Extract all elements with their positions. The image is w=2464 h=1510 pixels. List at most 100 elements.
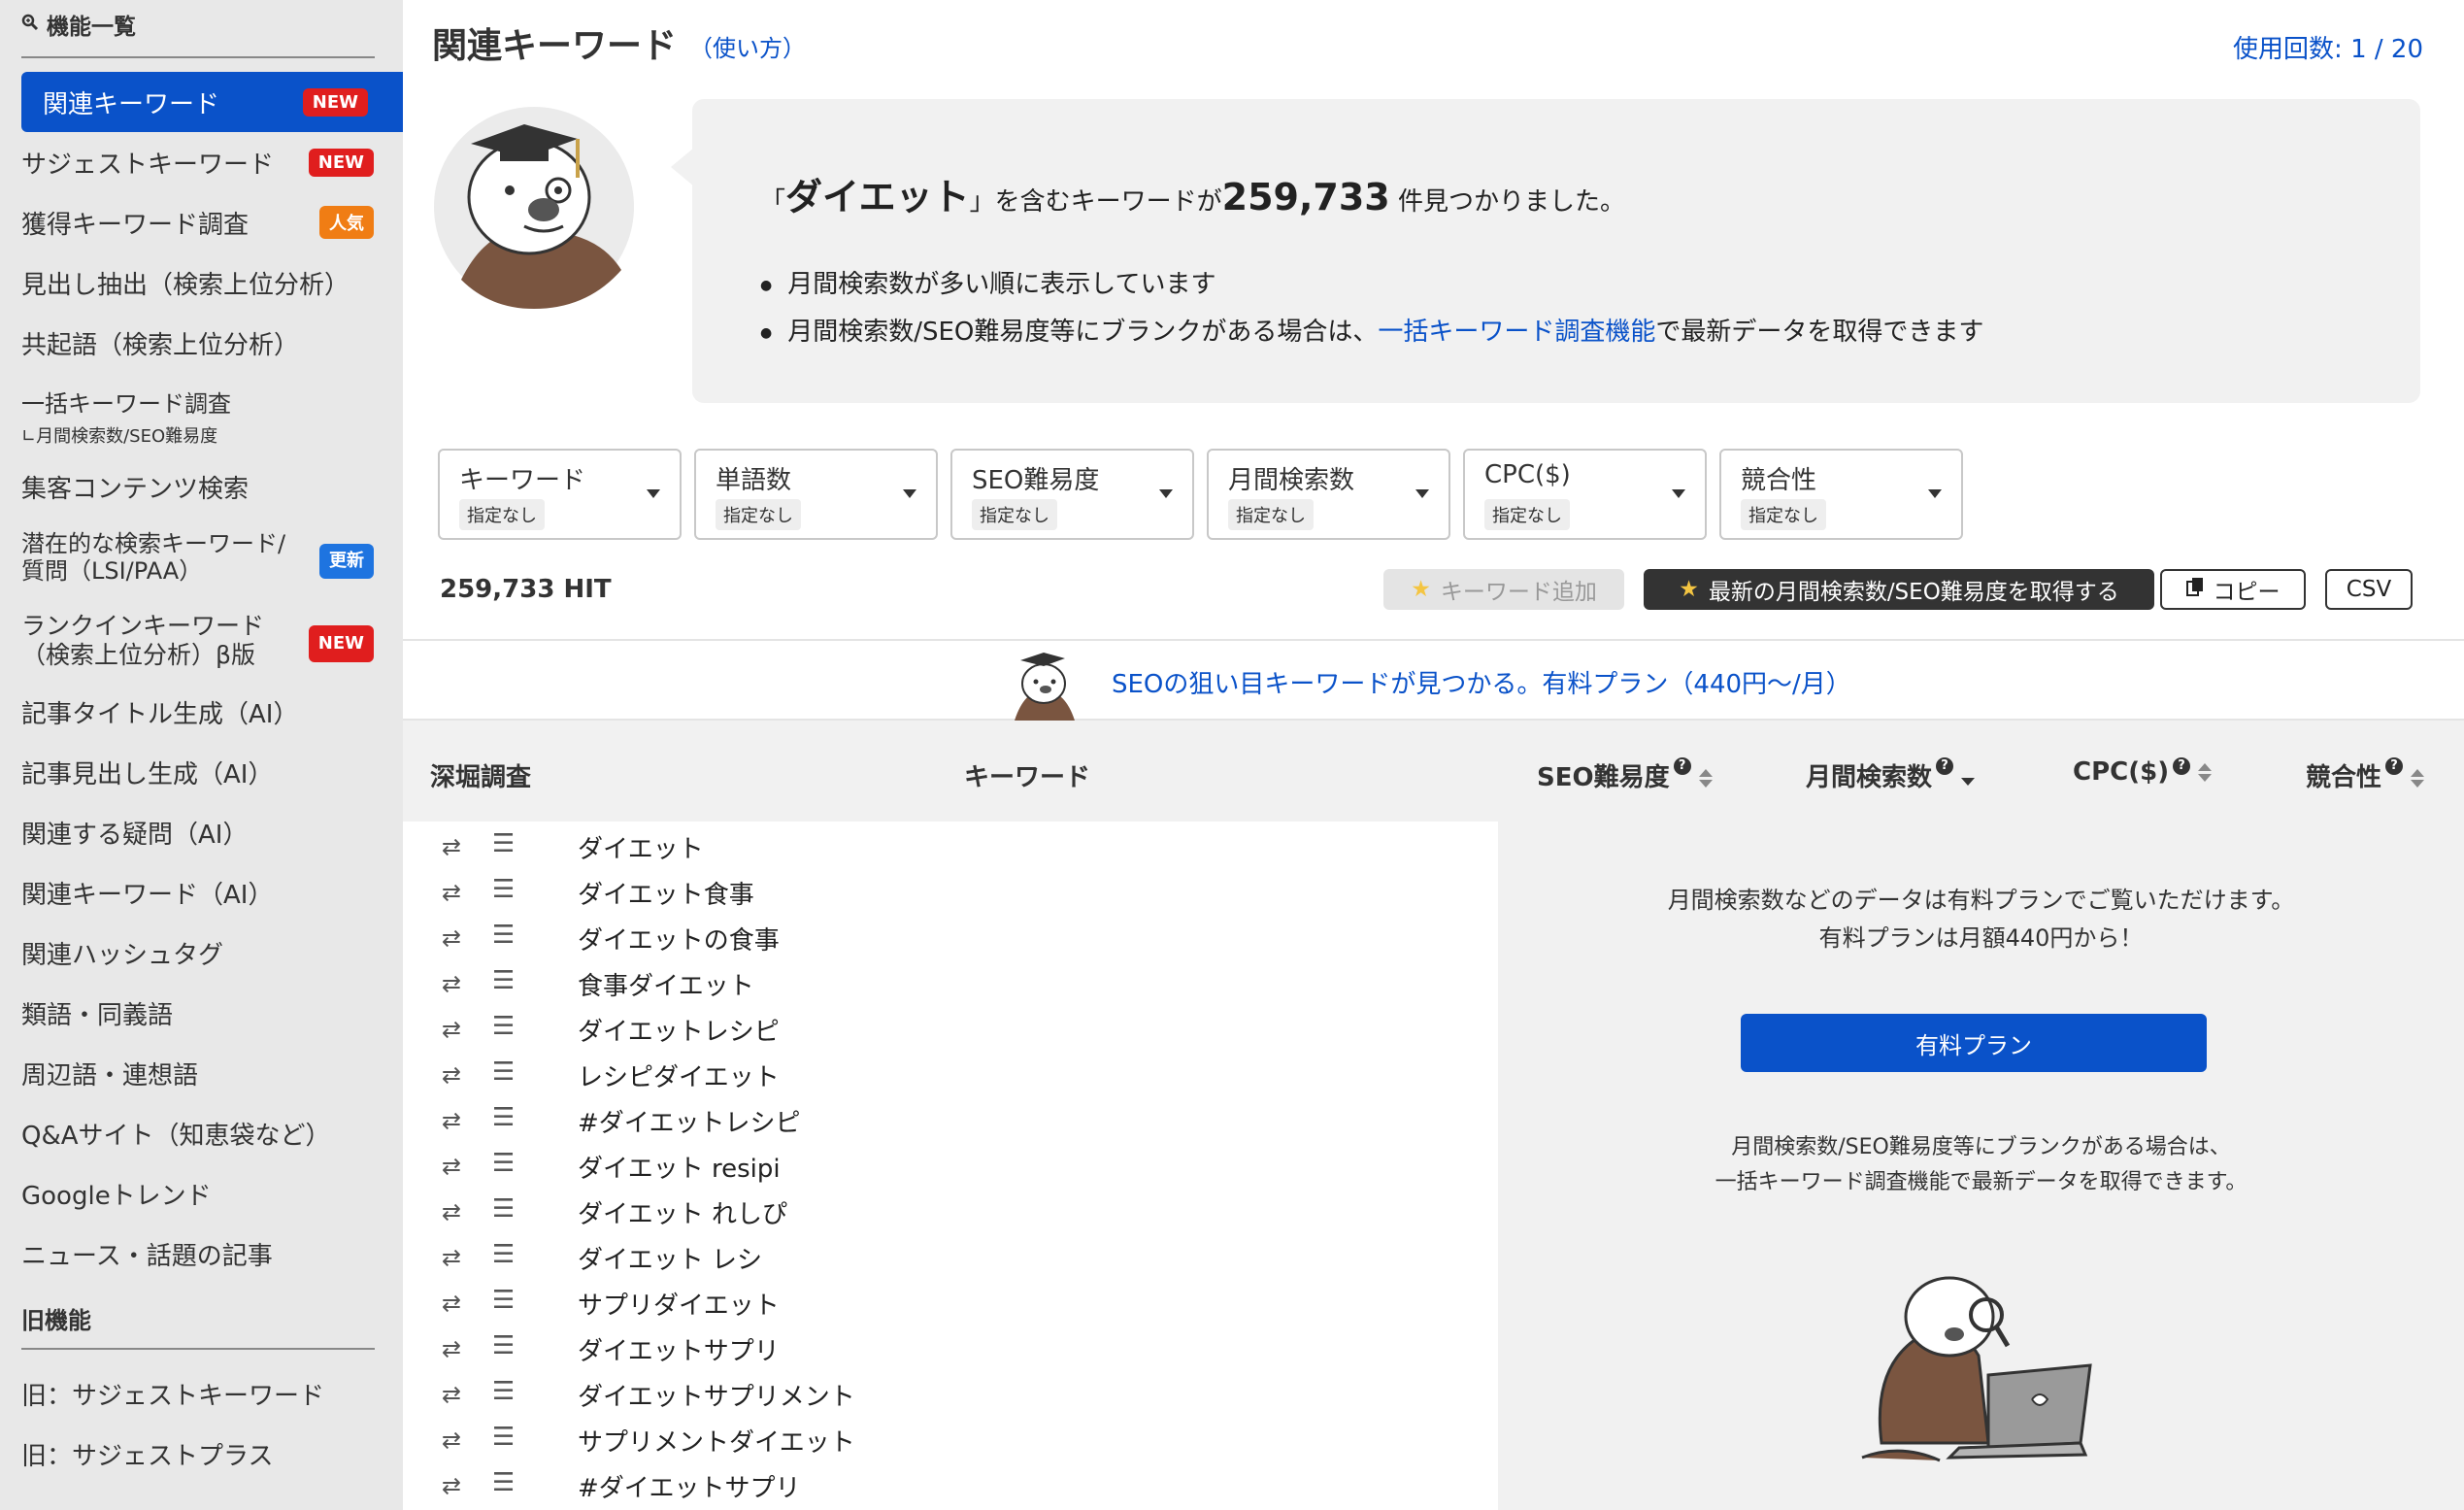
howto-link[interactable]: （使い方） [689,29,806,63]
menu-icon[interactable]: ☰ [492,966,515,995]
menu-icon[interactable]: ☰ [492,1468,515,1497]
copy-button[interactable]: コピー [2160,569,2306,610]
sidebar-item-content-search[interactable]: 集客コンテンツ検索 [21,466,403,507]
sidebar-item-old-suggest-plus[interactable]: 旧：サジェストプラス [21,1433,403,1474]
sidebar-item-qa[interactable]: Q&Aサイト（知恵袋など） [21,1113,403,1154]
sidebar-item-related-keywords[interactable]: 関連キーワード NEW [21,72,403,132]
sidebar-item-keywords-ai[interactable]: 関連キーワード（AI） [21,872,403,913]
header-seo-difficulty[interactable]: SEO難易度? [1537,757,1713,793]
keyword-cell[interactable]: サプリメントダイエット [578,1423,855,1459]
keyword-cell[interactable]: ダイエット れしぴ [578,1194,787,1230]
retweet-icon[interactable]: ⇄ [442,1381,461,1408]
keyword-cell[interactable]: ダイエット resipi [578,1149,781,1185]
retweet-icon[interactable]: ⇄ [442,1016,461,1043]
sidebar-item-suggest[interactable]: サジェストキーワード NEW [21,142,403,183]
fetch-latest-button[interactable]: ★ 最新の月間検索数/SEO難易度を取得する [1644,569,2154,610]
retweet-icon[interactable]: ⇄ [442,970,461,997]
retweet-icon[interactable]: ⇄ [442,1472,461,1499]
keyword-cell[interactable]: 食事ダイエット [578,966,754,1002]
sidebar-item-trends[interactable]: Googleトレンド [21,1173,403,1214]
keyword-cell[interactable]: ダイエットサプリ [578,1331,780,1367]
sidebar-item-headings[interactable]: 見出し抽出（検索上位分析） [21,262,403,303]
menu-icon[interactable]: ☰ [492,921,515,950]
keyword-cell[interactable]: #ダイエットサプリ [578,1468,801,1504]
add-keyword-button[interactable]: ★ キーワード追加 [1383,569,1624,610]
menu-icon[interactable]: ☰ [492,1331,515,1360]
sidebar-item-cooccurrence[interactable]: 共起語（検索上位分析） [21,322,403,363]
filter-word-count[interactable]: 単語数 指定なし [694,449,938,540]
filter-competition[interactable]: 競合性 指定なし [1719,449,1963,540]
keyword-cell[interactable]: ダイエット [578,829,704,865]
header-cpc[interactable]: CPC($)? [2073,757,2213,787]
keyword-cell[interactable]: #ダイエットレシピ [578,1103,801,1139]
menu-icon[interactable]: ☰ [492,1057,515,1087]
sidebar: 機能一覧 関連キーワード NEW サジェストキーワード NEW 獲得キーワード調… [0,0,403,1510]
retweet-icon[interactable]: ⇄ [442,1107,461,1134]
keyword-cell[interactable]: ダイエット レシ [578,1240,762,1276]
sidebar-item-bulk[interactable]: 一括キーワード調査 ∟月間検索数/SEO難易度 [21,385,403,447]
retweet-icon[interactable]: ⇄ [442,924,461,952]
keyword-cell[interactable]: ダイエットの食事 [578,921,780,956]
menu-icon[interactable]: ☰ [492,1377,515,1406]
menu-icon[interactable]: ☰ [492,1423,515,1452]
csv-button[interactable]: CSV [2325,569,2413,610]
retweet-icon[interactable]: ⇄ [442,1198,461,1225]
retweet-icon[interactable]: ⇄ [442,1426,461,1454]
header-monthly-volume[interactable]: 月間検索数? [1806,757,1976,793]
otter-laptop-icon [1861,1276,2092,1462]
sidebar-item-lsi[interactable]: 潜在的な検索キーワード/ 質問（LSI/PAA） 更新 [21,530,403,588]
sort-icon[interactable] [2411,769,2425,788]
help-icon[interactable]: ? [1673,757,1691,775]
promo-link[interactable]: SEOの狙い目キーワードが見つかる。有料プラン（440円〜/月） [1112,664,1851,700]
sidebar-item-headings-ai[interactable]: 記事見出し生成（AI） [21,752,403,792]
sidebar-item-synonyms[interactable]: 類語・同義語 [21,992,403,1033]
retweet-icon[interactable]: ⇄ [442,879,461,906]
keyword-cell[interactable]: サプリダイエット [578,1286,780,1322]
filter-seo-difficulty[interactable]: SEO難易度 指定なし [950,449,1194,540]
sort-desc-icon[interactable] [1961,772,1976,786]
retweet-icon[interactable]: ⇄ [442,1061,461,1089]
menu-icon[interactable]: ☰ [492,1012,515,1041]
keyword-cell[interactable]: ダイエットサプリメント [578,1377,855,1413]
keyword-cell[interactable]: ダイエット食事 [578,875,754,911]
menu-icon[interactable]: ☰ [492,1286,515,1315]
keyword-cell[interactable]: ダイエットレシピ [578,1012,780,1048]
sidebar-item-hashtags[interactable]: 関連ハッシュタグ [21,932,403,973]
sort-icon[interactable] [2198,763,2213,782]
sidebar-item-old-suggest[interactable]: 旧：サジェストキーワード [21,1373,403,1414]
help-icon[interactable]: ? [2173,757,2191,775]
paid-note: 月間検索数/SEO難易度等にブランクがある場合は、 一括キーワード調査機能で最新… [1715,1135,2248,1194]
menu-icon[interactable]: ☰ [492,1149,515,1178]
sidebar-item-acquired[interactable]: 獲得キーワード調査 人気 [21,202,403,243]
retweet-icon[interactable]: ⇄ [442,1290,461,1317]
retweet-icon[interactable]: ⇄ [442,1244,461,1271]
caret-down-icon [1928,489,1942,498]
sidebar-item-associations[interactable]: 周辺語・連想語 [21,1053,403,1093]
filter-cpc[interactable]: CPC($) 指定なし [1463,449,1707,540]
menu-icon[interactable]: ☰ [492,1194,515,1224]
new-badge: NEW [308,148,374,177]
help-icon[interactable]: ? [1936,757,1954,775]
menu-icon[interactable]: ☰ [492,875,515,904]
header-competition[interactable]: 競合性? [2306,757,2425,793]
sidebar-item-news[interactable]: ニュース・話題の記事 [21,1233,403,1274]
retweet-icon[interactable]: ⇄ [442,833,461,860]
menu-icon[interactable]: ☰ [492,1103,515,1132]
filter-keyword[interactable]: キーワード 指定なし [438,449,682,540]
filter-monthly-volume[interactable]: 月間検索数 指定なし [1207,449,1450,540]
promo-banner[interactable]: SEOの狙い目キーワードが見つかる。有料プラン（440円〜/月） [403,639,2464,721]
retweet-icon[interactable]: ⇄ [442,1335,461,1362]
sort-icon[interactable] [1698,769,1713,788]
paid-plan-button[interactable]: 有料プラン [1741,1014,2207,1072]
menu-icon[interactable]: ☰ [492,829,515,858]
help-icon[interactable]: ? [2385,757,2404,775]
sidebar-item-title-ai[interactable]: 記事タイトル生成（AI） [21,691,403,732]
sidebar-item-rankin[interactable]: ランクインキーワード （検索上位分析）β版 NEW [21,612,403,670]
retweet-icon[interactable]: ⇄ [442,1153,461,1180]
keyword-cell[interactable]: レシピダイエット [578,1057,780,1093]
menu-icon[interactable]: ☰ [492,1240,515,1269]
new-badge: NEW [302,87,368,117]
sidebar-item-questions-ai[interactable]: 関連する疑問（AI） [21,812,403,853]
bulk-keyword-link[interactable]: 一括キーワード調査機能 [1378,318,1655,347]
sidebar-heading: 機能一覧 [21,8,136,41]
